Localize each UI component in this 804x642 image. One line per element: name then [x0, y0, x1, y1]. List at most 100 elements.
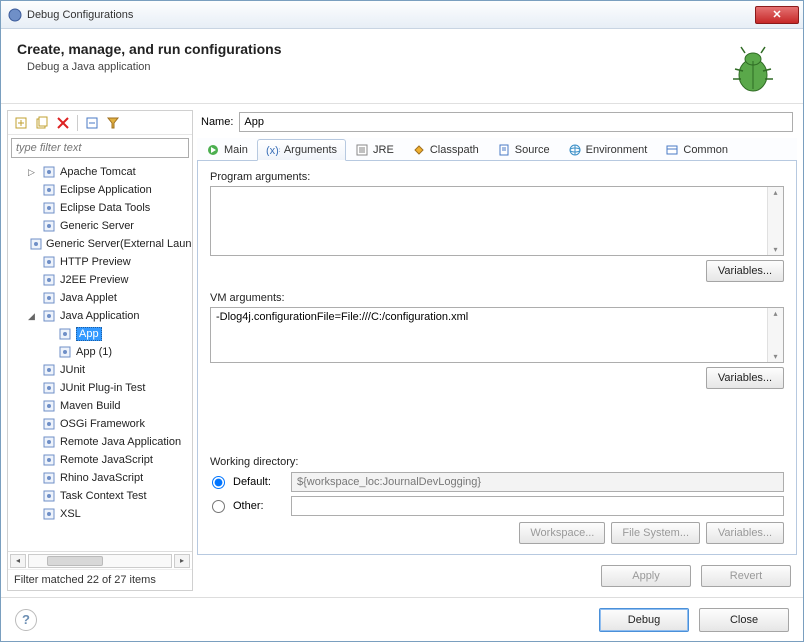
tree-hscrollbar[interactable]: ◂ ▸ [8, 551, 192, 569]
tree-item-label: JUnit Plug-in Test [60, 382, 145, 394]
config-type-icon [41, 470, 57, 486]
tree-item[interactable]: HTTP Preview [8, 253, 192, 271]
tree-item[interactable]: ▷Apache Tomcat [8, 163, 192, 181]
filter-input[interactable] [11, 138, 189, 158]
config-type-icon [29, 236, 43, 252]
config-type-icon [41, 254, 57, 270]
help-button[interactable]: ? [15, 609, 37, 631]
config-type-icon [41, 164, 57, 180]
apply-button[interactable]: Apply [601, 565, 691, 587]
workdir-default-radio[interactable] [212, 476, 225, 489]
tree-item[interactable]: Remote JavaScript [8, 451, 192, 469]
name-input[interactable] [239, 112, 793, 132]
tab-main[interactable]: Main [197, 138, 257, 160]
vm-variables-button[interactable]: Variables... [706, 367, 784, 389]
tab-arguments[interactable]: (x)= Arguments [257, 139, 346, 161]
tree-item[interactable]: JUnit Plug-in Test [8, 379, 192, 397]
tree-item[interactable]: Eclipse Data Tools [8, 199, 192, 217]
tree-item[interactable]: OSGi Framework [8, 415, 192, 433]
tree-item[interactable]: Remote Java Application [8, 433, 192, 451]
workdir-other-label: Other: [233, 500, 283, 512]
config-type-icon [41, 506, 57, 522]
tree-item-label: OSGi Framework [60, 418, 145, 430]
vm-args-input[interactable]: -Dlog4j.configurationFile=File:///C:/con… [211, 308, 767, 362]
textarea-scrollbar[interactable]: ▴▾ [767, 308, 783, 362]
config-type-icon [41, 380, 57, 396]
tree-item-label: JUnit [60, 364, 85, 376]
tree-item[interactable]: ◢Java Application [8, 307, 192, 325]
tree-item[interactable]: App [8, 325, 192, 343]
classpath-icon [412, 143, 426, 157]
close-button[interactable]: Close [699, 608, 789, 632]
config-type-icon [41, 452, 57, 468]
tree-item[interactable]: Eclipse Application [8, 181, 192, 199]
tree-item-label: Task Context Test [60, 490, 147, 502]
new-config-icon[interactable] [12, 114, 30, 132]
config-tree[interactable]: ▷Apache TomcatEclipse Application Eclipse… [8, 161, 192, 551]
titlebar: Debug Configurations ✕ [1, 1, 803, 29]
tree-item[interactable]: App (1) [8, 343, 192, 361]
tree-item-label: Eclipse Data Tools [60, 202, 150, 214]
bug-icon [725, 41, 781, 97]
tree-item[interactable]: Generic Server [8, 217, 192, 235]
delete-icon[interactable] [54, 114, 72, 132]
tree-item-label: App [76, 327, 102, 341]
workdir-default-value [291, 472, 784, 492]
workdir-other-radio[interactable] [212, 500, 225, 513]
vm-args-label: VM arguments: [210, 292, 784, 304]
tree-item[interactable]: Generic Server(External Launch) [8, 235, 192, 253]
duplicate-icon[interactable] [33, 114, 51, 132]
app-icon [7, 7, 23, 23]
config-type-icon [41, 200, 57, 216]
tree-item-label: Remote JavaScript [60, 454, 153, 466]
debug-button[interactable]: Debug [599, 608, 689, 632]
program-args-input[interactable] [211, 187, 767, 255]
tabs: Main (x)= Arguments JRE Classpath Source [197, 138, 797, 161]
filesystem-button[interactable]: File System... [611, 522, 700, 544]
environment-icon [568, 143, 582, 157]
scroll-left-icon[interactable]: ◂ [10, 554, 26, 568]
tree-item-label: Remote Java Application [60, 436, 181, 448]
arguments-icon: (x)= [266, 143, 280, 157]
scroll-right-icon[interactable]: ▸ [174, 554, 190, 568]
config-type-icon [41, 182, 57, 198]
window-close-button[interactable]: ✕ [755, 6, 799, 24]
tab-common[interactable]: Common [656, 138, 737, 160]
header-subtitle: Debug a Java application [27, 61, 725, 73]
tree-item[interactable]: XSL [8, 505, 192, 523]
tree-item[interactable]: Maven Build [8, 397, 192, 415]
tree-item[interactable]: J2EE Preview [8, 271, 192, 289]
revert-button[interactable]: Revert [701, 565, 791, 587]
workdir-label: Working directory: [210, 456, 784, 468]
config-type-icon [41, 362, 57, 378]
tree-item[interactable]: Rhino JavaScript [8, 469, 192, 487]
tree-item-label: J2EE Preview [60, 274, 128, 286]
tree-item-label: Generic Server(External Launch) [46, 238, 192, 250]
config-type-icon [41, 290, 57, 306]
workdir-variables-button[interactable]: Variables... [706, 522, 784, 544]
tree-item-label: HTTP Preview [60, 256, 131, 268]
workdir-default-label: Default: [233, 476, 283, 488]
tree-item[interactable]: Task Context Test [8, 487, 192, 505]
collapse-all-icon[interactable] [83, 114, 101, 132]
filter-menu-icon[interactable] [104, 114, 122, 132]
tab-classpath[interactable]: Classpath [403, 138, 488, 160]
program-variables-button[interactable]: Variables... [706, 260, 784, 282]
tab-environment[interactable]: Environment [559, 138, 657, 160]
run-icon [206, 143, 220, 157]
tree-item-label: Generic Server [60, 220, 134, 232]
tree-item[interactable]: Java Applet [8, 289, 192, 307]
header: Create, manage, and run configurations D… [1, 29, 803, 104]
tab-source[interactable]: Source [488, 138, 559, 160]
header-title: Create, manage, and run configurations [17, 41, 725, 57]
tree-item-label: Java Applet [60, 292, 117, 304]
tree-item-label: Rhino JavaScript [60, 472, 143, 484]
workspace-button[interactable]: Workspace... [519, 522, 605, 544]
tab-jre[interactable]: JRE [346, 138, 403, 160]
textarea-scrollbar[interactable]: ▴▾ [767, 187, 783, 255]
workdir-other-input[interactable] [291, 496, 784, 516]
svg-text:(x)=: (x)= [266, 145, 280, 156]
window-title: Debug Configurations [27, 9, 755, 21]
common-icon [665, 143, 679, 157]
tree-item[interactable]: JUnit [8, 361, 192, 379]
